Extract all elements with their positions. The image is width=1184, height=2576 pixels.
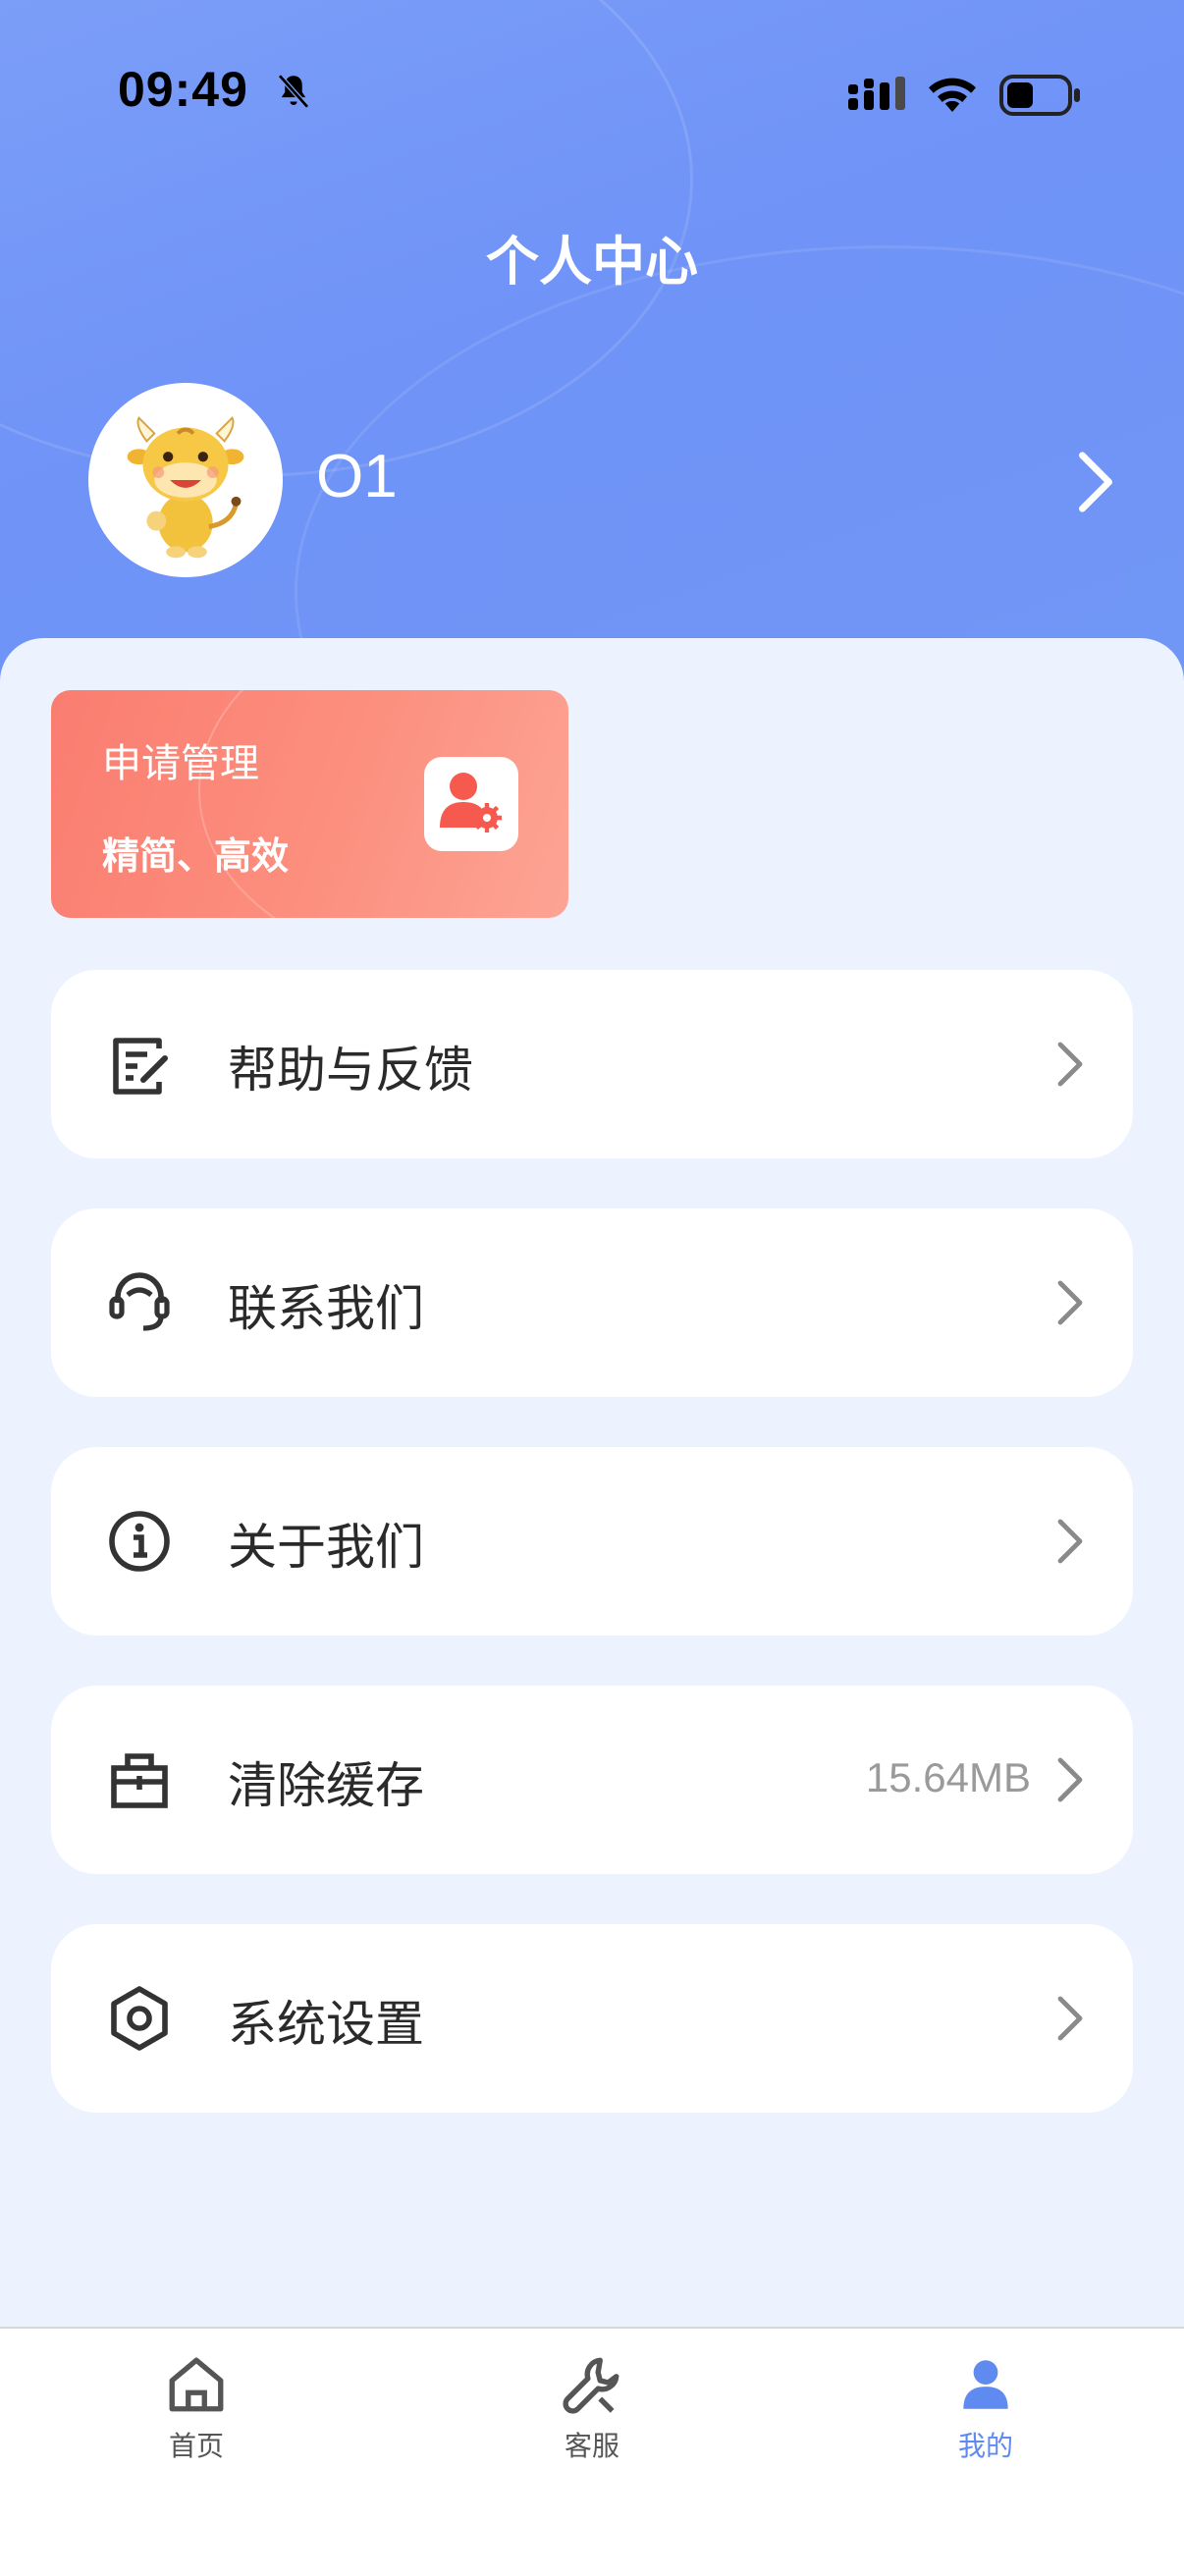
status-bar: 09:49 [0, 0, 1184, 196]
avatar[interactable] [88, 383, 283, 577]
username[interactable]: O1 [316, 442, 398, 511]
menu-item-help-feedback[interactable]: 帮助与反馈 [51, 970, 1133, 1158]
cache-size-value: 15.64MB [865, 1754, 1031, 1800]
menu-item-label: 系统设置 [228, 1996, 424, 2053]
menu-item-system-settings[interactable]: 系统设置 [51, 1924, 1133, 2113]
menu-item-label: 联系我们 [228, 1280, 424, 1337]
wrench-icon [563, 2357, 619, 2414]
battery-icon [999, 75, 1080, 116]
menu-item-label: 帮助与反馈 [228, 1042, 473, 1099]
user-gear-icon [440, 773, 502, 832]
menu-item-clear-cache[interactable]: 清除缓存 15.64MB [51, 1686, 1133, 1874]
clear-cache-icon [111, 1753, 168, 1808]
tab-mine[interactable]: 我的 [888, 2352, 1084, 2470]
tab-label: 我的 [957, 2430, 1013, 2462]
menu-item-about-us[interactable]: 关于我们 [51, 1447, 1133, 1636]
cow-mascot-avatar [127, 415, 244, 559]
home-icon [169, 2357, 224, 2412]
page-title: 个人中心 [486, 231, 698, 293]
bell-muted-icon [278, 74, 309, 109]
menu-item-label: 清除缓存 [228, 1757, 424, 1814]
headset-icon [109, 1272, 170, 1331]
tab-label: 首页 [168, 2430, 224, 2462]
tab-home[interactable]: 首页 [98, 2352, 295, 2470]
chevron-right-icon [1057, 1519, 1083, 1564]
status-time: 09:49 [118, 62, 248, 117]
apply-management-card[interactable]: 申请管理 精简、高效 [51, 690, 568, 918]
cellular-signal-icon [848, 77, 905, 110]
apply-card-subtitle: 精简、高效 [102, 834, 290, 878]
menu-item-label: 关于我们 [228, 1519, 424, 1576]
chevron-right-icon [1057, 1757, 1083, 1802]
chevron-right-icon [1057, 1996, 1083, 2041]
info-icon [109, 1511, 170, 1572]
menu-item-contact-us[interactable]: 联系我们 [51, 1208, 1133, 1397]
settings-gear-icon [111, 1986, 168, 2051]
tab-customer-service[interactable]: 客服 [494, 2352, 690, 2470]
wifi-icon [929, 78, 976, 112]
bottom-tab-bar: 首页 客服 我的 [0, 2327, 1184, 2576]
person-icon [963, 2360, 1008, 2409]
chevron-right-icon [1057, 1280, 1083, 1325]
tab-label: 客服 [564, 2430, 619, 2462]
apply-card-title: 申请管理 [102, 741, 259, 786]
feedback-edit-icon [113, 1038, 168, 1095]
chevron-right-icon [1057, 1042, 1083, 1087]
apply-card-icon-box [424, 757, 518, 851]
chevron-right-icon[interactable] [1076, 450, 1115, 514]
